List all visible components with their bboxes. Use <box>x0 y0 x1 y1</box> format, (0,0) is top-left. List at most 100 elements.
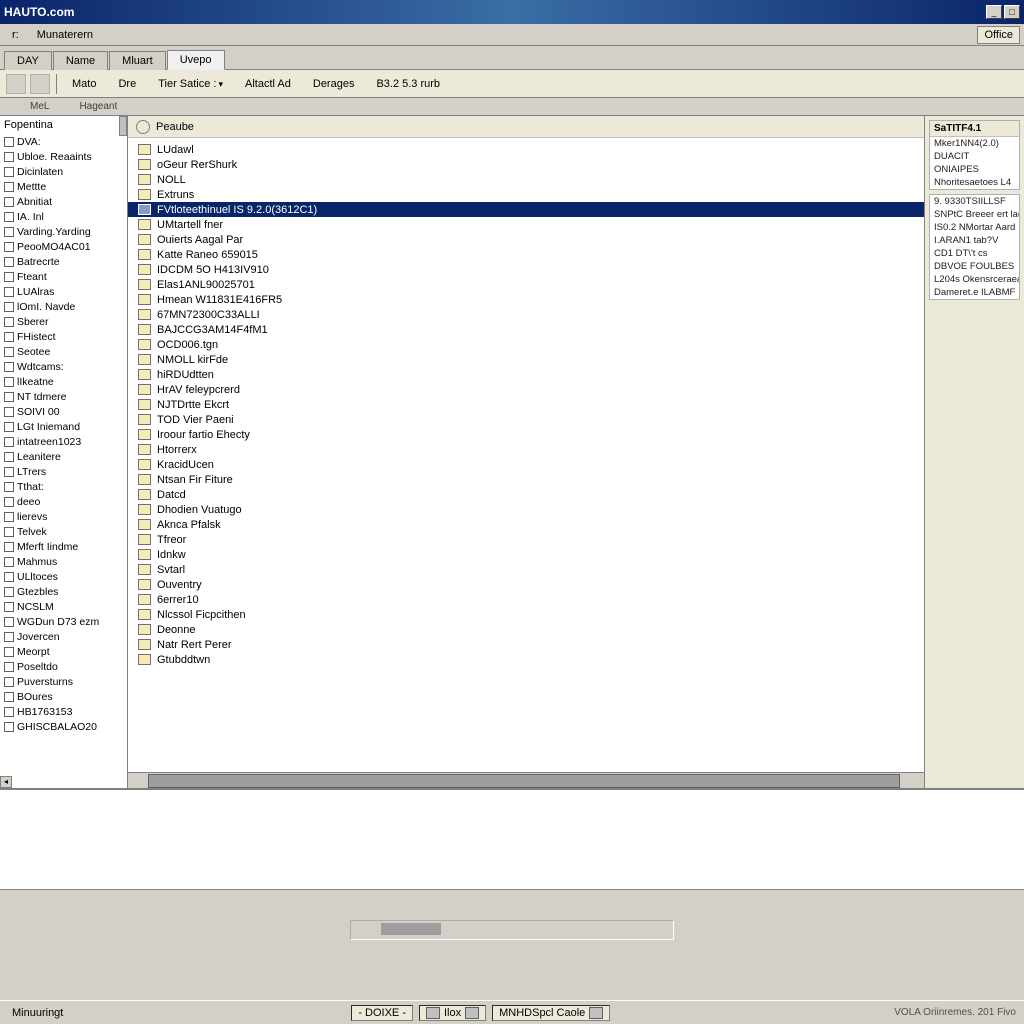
right-panel-line[interactable]: DBVOE FOULBES <box>930 260 1019 273</box>
sidebar-item[interactable]: Leanitere <box>0 449 127 464</box>
folder-item[interactable]: Ouierts Aagal Par <box>128 232 924 247</box>
folder-item[interactable]: Elas1ANL90025701 <box>128 277 924 292</box>
folder-item[interactable]: Katte Raneo 659015 <box>128 247 924 262</box>
folder-item[interactable]: Idnkw <box>128 547 924 562</box>
sidebar-item[interactable]: LTrers <box>0 464 127 479</box>
sidebar-item[interactable]: Mahmus <box>0 554 127 569</box>
folder-item[interactable]: Datcd <box>128 487 924 502</box>
folder-item[interactable]: Natr Rert Perer <box>128 637 924 652</box>
right-panel-line[interactable]: Mker1NN4(2.0) <box>930 137 1019 150</box>
sidebar-item[interactable]: SOIVI 00 <box>0 404 127 419</box>
folder-item[interactable]: Dhodien Vuatugo <box>128 502 924 517</box>
sidebar-item[interactable]: FHistect <box>0 329 127 344</box>
tool-icon-2[interactable] <box>30 74 50 94</box>
folder-item[interactable]: oGeur RerShurk <box>128 157 924 172</box>
sidebar-item[interactable]: Abnitiat <box>0 194 127 209</box>
sidebar-item[interactable]: DVA: <box>0 134 127 149</box>
sidebar-item[interactable]: intatreen1023 <box>0 434 127 449</box>
status-box-0[interactable]: - DOIXE - <box>351 1005 413 1021</box>
sidebar-item[interactable]: Meorpt <box>0 644 127 659</box>
sidebar-item[interactable]: Wdtcams: <box>0 359 127 374</box>
right-panel-line[interactable]: DUACIT <box>930 150 1019 163</box>
sidebar-item[interactable]: NT tdmere <box>0 389 127 404</box>
folder-item[interactable]: Extruns <box>128 187 924 202</box>
tool-mato[interactable]: Mato <box>63 75 105 93</box>
folder-item[interactable]: Iroour fartio Ehecty <box>128 427 924 442</box>
status-box-2[interactable]: MNHDSpcl Caole <box>492 1005 610 1021</box>
right-panel-line[interactable]: Nhoritesaetoes L4 <box>930 176 1019 189</box>
tab-0[interactable]: DAY <box>4 51 52 70</box>
sidebar-item[interactable]: Sberer <box>0 314 127 329</box>
menu-item-1[interactable]: Munaterern <box>29 27 101 43</box>
status-box-1[interactable]: Ilox <box>419 1005 486 1021</box>
tab-3[interactable]: Uvepo <box>167 50 225 70</box>
folder-item[interactable]: 67MN72300C33ALLI <box>128 307 924 322</box>
folder-item[interactable]: LUdawl <box>128 142 924 157</box>
sidebar-item[interactable]: Gtezbles <box>0 584 127 599</box>
right-panel-line[interactable]: SNPtC Breeer ert lao <box>930 208 1019 221</box>
sidebar-item[interactable]: WGDun D73 ezm <box>0 614 127 629</box>
sidebar-item[interactable]: Poseltdo <box>0 659 127 674</box>
folder-item[interactable]: KracidUcen <box>128 457 924 472</box>
right-panel-line[interactable]: 9. 9330TSIILLSF <box>930 195 1019 208</box>
folder-item[interactable]: NMOLL kirFde <box>128 352 924 367</box>
minimize-button[interactable]: _ <box>986 5 1002 19</box>
right-panel-line[interactable]: ONIAIPES <box>930 163 1019 176</box>
sidebar-item[interactable]: IA. Inl <box>0 209 127 224</box>
sidebar-item[interactable]: Dicinlaten <box>0 164 127 179</box>
right-panel-line[interactable]: CD1 DT\'t cs <box>930 247 1019 260</box>
sidebar-item[interactable]: Seotee <box>0 344 127 359</box>
folder-item[interactable]: Aknca Pfalsk <box>128 517 924 532</box>
sidebar-item[interactable]: Varding.Yarding <box>0 224 127 239</box>
sidebar-item[interactable]: lOmI. Navde <box>0 299 127 314</box>
tab-2[interactable]: Mluart <box>109 51 166 70</box>
sidebar-item[interactable]: lIkeatne <box>0 374 127 389</box>
folder-item[interactable]: Nlcssol Ficpcithen <box>128 607 924 622</box>
folder-item[interactable]: TOD Vier Paeni <box>128 412 924 427</box>
sidebar-item[interactable]: Tthat: <box>0 479 127 494</box>
sidebar-item[interactable]: NCSLM <box>0 599 127 614</box>
tool-icon-1[interactable] <box>6 74 26 94</box>
sidebar-item[interactable]: lierevs <box>0 509 127 524</box>
folder-item[interactable]: NJTDrtte Ekcrt <box>128 397 924 412</box>
tool-derages[interactable]: Derages <box>304 75 364 93</box>
folder-item[interactable]: OCD006.tgn <box>128 337 924 352</box>
folder-item[interactable]: Deonne <box>128 622 924 637</box>
folder-item[interactable]: UMtartell fner <box>128 217 924 232</box>
sidebar-scroll-left[interactable]: ◂ <box>0 776 12 788</box>
sidebar-item[interactable]: Jovercen <box>0 629 127 644</box>
folder-item[interactable]: NOLL <box>128 172 924 187</box>
sidebar-item[interactable]: Telvek <box>0 524 127 539</box>
sidebar-item[interactable]: GHISCBALAO20 <box>0 719 127 734</box>
folder-item[interactable]: IDCDM 5O H413IV910 <box>128 262 924 277</box>
folder-item[interactable]: Htorrerx <box>128 442 924 457</box>
right-panel-line[interactable]: IS0.2 NMortar Aard <box>930 221 1019 234</box>
right-panel-line[interactable]: Dameret.e ILABMF <box>930 286 1019 299</box>
folder-item[interactable]: Gtubddtwn <box>128 652 924 667</box>
folder-item[interactable]: FVtloteethinuel IS 9.2.0(3612C1) <box>128 202 924 217</box>
tool-tier-dropdown[interactable]: Tier Satice : <box>149 75 232 93</box>
tool-dre[interactable]: Dre <box>109 75 145 93</box>
sidebar-item[interactable]: BOures <box>0 689 127 704</box>
maximize-button[interactable]: □ <box>1004 5 1020 19</box>
sidebar-item[interactable]: HB1763153 <box>0 704 127 719</box>
sidebar-item[interactable]: LGt Iniemand <box>0 419 127 434</box>
folder-item[interactable]: Hmean W11831E416FR5 <box>128 292 924 307</box>
sidebar-item[interactable]: Puversturns <box>0 674 127 689</box>
folder-item[interactable]: Ouventry <box>128 577 924 592</box>
sidebar-item[interactable]: Batrecrte <box>0 254 127 269</box>
folder-item[interactable]: 6errer10 <box>128 592 924 607</box>
sidebar-item[interactable]: LUAlras <box>0 284 127 299</box>
folder-item[interactable]: Svtarl <box>128 562 924 577</box>
folder-item[interactable]: hiRDUdtten <box>128 367 924 382</box>
folder-item[interactable]: Tfreor <box>128 532 924 547</box>
folder-item[interactable]: Ntsan Fir Fiture <box>128 472 924 487</box>
folder-item[interactable]: BAJCCG3AM14F4fM1 <box>128 322 924 337</box>
sidebar-item[interactable]: ULltoces <box>0 569 127 584</box>
menu-item-0[interactable]: r: <box>4 27 27 43</box>
tool-version[interactable]: B3.2 5.3 rurb <box>367 75 449 93</box>
refresh-icon[interactable] <box>136 120 150 134</box>
sidebar-item[interactable]: PeooMO4AC01 <box>0 239 127 254</box>
sidebar-item[interactable]: Ubloe. Reaaints <box>0 149 127 164</box>
folder-item[interactable]: HrAV feleypcrerd <box>128 382 924 397</box>
